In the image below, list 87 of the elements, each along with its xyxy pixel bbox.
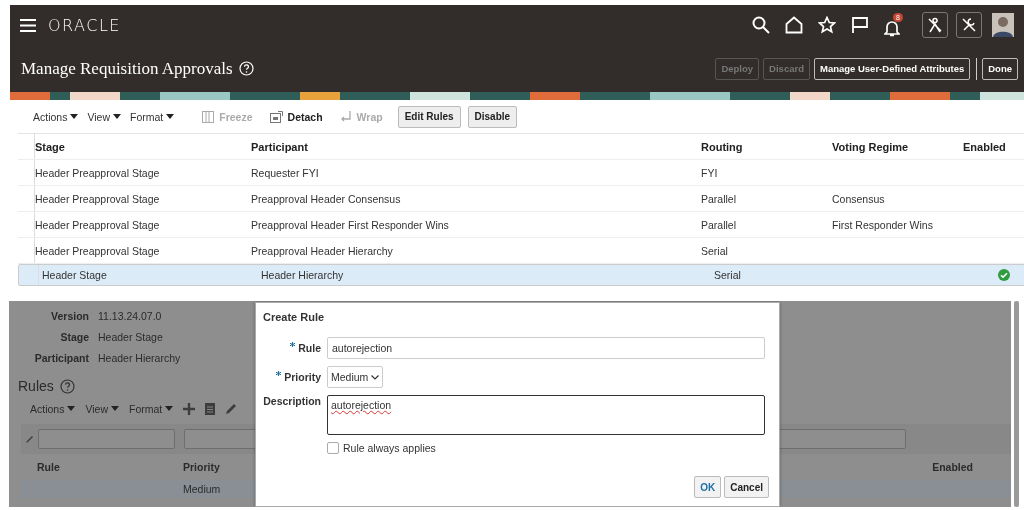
- page-title: Manage Requisition Approvals: [21, 58, 233, 79]
- pencil-icon[interactable]: [225, 403, 238, 415]
- add-icon[interactable]: [183, 403, 196, 415]
- table-cell: FYI: [701, 166, 718, 179]
- detail-label: Version: [50, 309, 89, 322]
- table-cell: Header Stage: [42, 269, 107, 281]
- column-header[interactable]: Rule: [37, 461, 183, 473]
- filter-field[interactable]: [38, 429, 175, 449]
- column-header[interactable]: Voting Regime: [832, 140, 963, 153]
- table-cell: Preapproval Header Consensus: [251, 192, 401, 205]
- table-cell: Preapproval Header Hierarchy: [251, 244, 393, 257]
- toolbar-menu[interactable]: Format: [129, 403, 174, 415]
- detail-label: Participant: [33, 351, 89, 364]
- toolbar-menu[interactable]: Format: [130, 110, 175, 123]
- description-field[interactable]: autorejection: [327, 395, 765, 435]
- checkbox-label: Rule always applies: [343, 442, 436, 454]
- crossed-tool-icon: [961, 17, 977, 33]
- freeze-icon: [202, 110, 215, 123]
- tools-button[interactable]: [956, 12, 982, 38]
- toolbar-tool[interactable]: Detach: [269, 110, 323, 123]
- field-label: Priority: [284, 371, 321, 383]
- toolbar-button[interactable]: Edit Rules: [397, 105, 461, 128]
- avatar-icon[interactable]: [992, 13, 1014, 37]
- table-cell: First Responder Wins: [832, 218, 933, 231]
- detail-value: Header Hierarchy: [98, 351, 181, 364]
- rule-field[interactable]: autorejection: [327, 337, 765, 359]
- column-header[interactable]: Enabled: [963, 140, 1007, 153]
- dialog-button[interactable]: OK: [694, 476, 722, 498]
- field-label: Rule: [298, 342, 321, 354]
- page-action-button[interactable]: Done: [982, 57, 1018, 80]
- search-icon[interactable]: [752, 16, 770, 34]
- column-header[interactable]: Participant: [251, 140, 701, 153]
- table-row[interactable]: Header Stage Header Hierarchy Serial: [18, 264, 1024, 286]
- toolbar-menu[interactable]: Actions: [30, 403, 76, 415]
- toolbar-menu[interactable]: View: [87, 110, 121, 123]
- table-row[interactable]: Header Preapproval Stage Preapproval Header Consensus Parallel Consensus: [18, 186, 1024, 212]
- caret-icon: [166, 113, 175, 120]
- detail-value: 11.13.24.07.0: [98, 309, 162, 322]
- table-cell: Requester FYI: [251, 166, 319, 179]
- pencil-icon[interactable]: [26, 435, 34, 443]
- priority-dropdown[interactable]: Medium: [327, 366, 384, 388]
- home-icon[interactable]: [785, 16, 803, 34]
- toolbar-menu[interactable]: Actions: [33, 110, 79, 123]
- detach-icon: [269, 110, 283, 123]
- table-cell: Serial: [714, 269, 741, 281]
- caret-icon: [67, 406, 76, 412]
- oracle-logo: ORACLE: [48, 15, 121, 35]
- crossed-person-icon: [927, 17, 943, 33]
- bell-icon: [884, 19, 900, 37]
- document-icon[interactable]: [205, 403, 216, 415]
- detail-label: Stage: [59, 330, 89, 343]
- table-cell: Header Preapproval Stage: [35, 244, 160, 257]
- field-label: Description: [263, 395, 321, 407]
- caret-icon: [111, 406, 119, 412]
- accessibility-button[interactable]: [922, 12, 948, 38]
- table-cell: Parallel: [701, 218, 737, 231]
- column-header[interactable]: Routing: [701, 140, 832, 153]
- table-cell: Consensus: [832, 192, 885, 205]
- checkbox[interactable]: [327, 442, 339, 454]
- page-action-button[interactable]: Manage User-Defined Attributes: [813, 57, 971, 80]
- table-cell: Header Hierarchy: [261, 269, 344, 281]
- table-cell: Header Preapproval Stage: [35, 166, 160, 179]
- table-row[interactable]: Header Preapproval Stage Preapproval Header First Responder Wins Parallel First Responder Wins: [18, 212, 1024, 238]
- table-cell: Header Preapproval Stage: [35, 218, 160, 231]
- dialog-button[interactable]: Cancel: [724, 476, 769, 498]
- caret-icon: [113, 113, 121, 120]
- column-header[interactable]: Stage: [35, 140, 251, 153]
- dialog-title: Create Rule: [262, 310, 326, 323]
- table-cell: Serial: [701, 244, 728, 257]
- table-cell: Preapproval Header First Responder Wins: [251, 218, 449, 231]
- toolbar-menu[interactable]: View: [85, 403, 119, 415]
- column-header[interactable]: Enabled: [932, 461, 973, 473]
- table-cell-text: Medium: [183, 483, 222, 495]
- flag-icon[interactable]: [851, 16, 869, 34]
- star-icon[interactable]: [818, 16, 836, 34]
- scrollbar[interactable]: [1014, 301, 1019, 507]
- toolbar-button[interactable]: Disable: [467, 105, 518, 128]
- section-title: Rules: [18, 378, 54, 394]
- chevron-down-icon: [371, 374, 380, 380]
- caret-icon: [70, 113, 79, 120]
- wrap-icon: [339, 110, 352, 123]
- caret-icon: [165, 406, 174, 412]
- table-row[interactable]: Header Preapproval Stage Requester FYI FYI: [18, 160, 1024, 186]
- menu-icon[interactable]: [20, 18, 36, 32]
- table-cell: Parallel: [701, 192, 737, 205]
- table-cell: Header Preapproval Stage: [35, 192, 160, 205]
- detail-value: Header Stage: [98, 330, 163, 343]
